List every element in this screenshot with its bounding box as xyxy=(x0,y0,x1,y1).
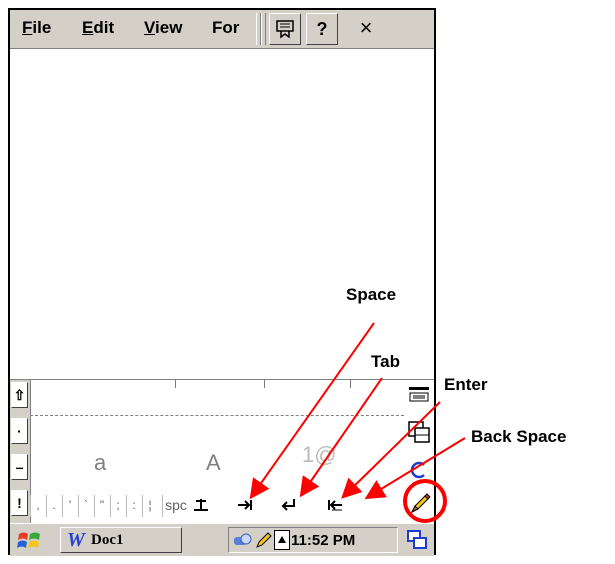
arrow-tab xyxy=(299,377,383,498)
pencil-highlight-circle xyxy=(403,479,447,523)
arrow-space xyxy=(249,322,375,500)
annotation-overlay xyxy=(249,322,466,523)
arrow-backspace xyxy=(364,437,466,500)
